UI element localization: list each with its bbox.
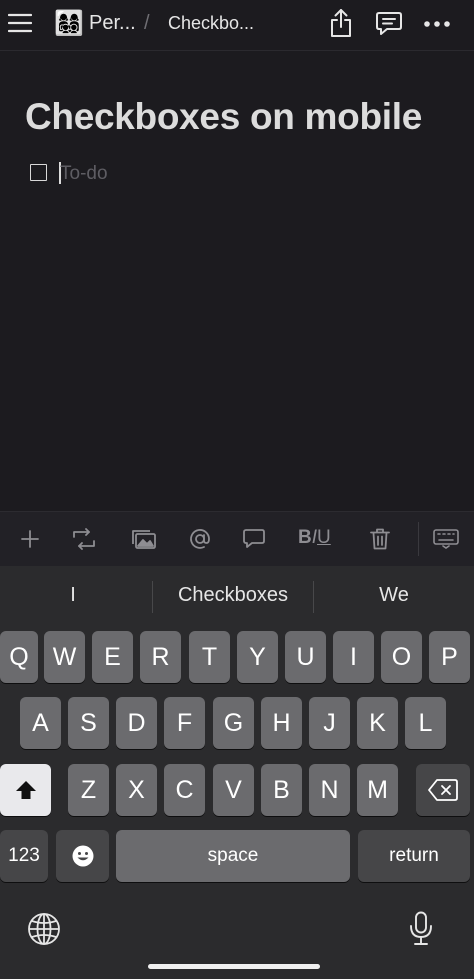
- key-i[interactable]: I: [333, 631, 374, 683]
- turn-into-icon[interactable]: [70, 525, 98, 553]
- suggestion-divider: [152, 581, 153, 613]
- suggestion-divider: [313, 581, 314, 613]
- suggestion-3[interactable]: We: [344, 584, 444, 607]
- key-r[interactable]: R: [140, 631, 181, 683]
- toolbar-divider: [418, 522, 419, 556]
- space-key[interactable]: space: [116, 830, 350, 882]
- bold-label: B: [298, 527, 312, 548]
- key-c[interactable]: C: [164, 764, 205, 816]
- key-z[interactable]: Z: [68, 764, 109, 816]
- key-a[interactable]: A: [20, 697, 61, 749]
- more-options-icon[interactable]: [422, 14, 452, 34]
- comment-icon[interactable]: [240, 525, 268, 553]
- breadcrumb-parent[interactable]: Per...: [89, 12, 136, 35]
- key-x[interactable]: X: [116, 764, 157, 816]
- onscreen-keyboard: I Checkboxes We Q W E R T Y U I O P A S …: [0, 566, 474, 979]
- page-title[interactable]: Checkboxes on mobile: [25, 96, 422, 138]
- key-t[interactable]: T: [189, 631, 230, 683]
- media-icon[interactable]: [130, 525, 158, 553]
- key-k[interactable]: K: [357, 697, 398, 749]
- numbers-key[interactable]: 123: [0, 830, 48, 882]
- key-d[interactable]: D: [116, 697, 157, 749]
- key-o[interactable]: O: [381, 631, 422, 683]
- trash-icon[interactable]: [366, 525, 394, 553]
- key-q[interactable]: Q: [0, 631, 38, 683]
- emoji-smiley-icon: [72, 845, 93, 867]
- mention-icon[interactable]: [186, 525, 214, 553]
- underline-label: U: [317, 527, 331, 548]
- backspace-icon: [428, 779, 458, 801]
- workspace-emoji-icon[interactable]: 👩‍👩‍👧‍👦: [54, 10, 84, 38]
- key-m[interactable]: M: [357, 764, 398, 816]
- key-g[interactable]: G: [213, 697, 254, 749]
- shift-arrow-icon: [15, 781, 36, 799]
- key-e[interactable]: E: [92, 631, 133, 683]
- top-navigation-bar: 👩‍👩‍👧‍👦 Per... / Checkbo...: [0, 0, 474, 51]
- key-s[interactable]: S: [68, 697, 109, 749]
- breadcrumb-current[interactable]: Checkbo...: [168, 13, 254, 34]
- home-indicator: [148, 964, 320, 969]
- share-icon[interactable]: [328, 7, 354, 39]
- add-block-icon[interactable]: [16, 525, 44, 553]
- key-n[interactable]: N: [309, 764, 350, 816]
- backspace-key[interactable]: [416, 764, 470, 816]
- emoji-key[interactable]: [56, 830, 109, 882]
- todo-checkbox[interactable]: [30, 164, 47, 181]
- key-j[interactable]: J: [309, 697, 350, 749]
- key-v[interactable]: V: [213, 764, 254, 816]
- key-u[interactable]: U: [285, 631, 326, 683]
- key-p[interactable]: P: [429, 631, 470, 683]
- shift-key[interactable]: [0, 764, 51, 816]
- microphone-icon[interactable]: [407, 910, 435, 948]
- hamburger-menu-icon[interactable]: [8, 10, 32, 36]
- todo-text-input[interactable]: [60, 162, 260, 186]
- suggestion-2[interactable]: Checkboxes: [158, 584, 308, 607]
- globe-icon[interactable]: [27, 912, 61, 946]
- key-w[interactable]: W: [44, 631, 85, 683]
- todo-block: [30, 162, 330, 186]
- key-l[interactable]: L: [405, 697, 446, 749]
- key-b[interactable]: B: [261, 764, 302, 816]
- return-key[interactable]: return: [358, 830, 470, 882]
- comments-icon[interactable]: [374, 10, 404, 38]
- hide-keyboard-icon[interactable]: [432, 525, 460, 553]
- key-h[interactable]: H: [261, 697, 302, 749]
- key-y[interactable]: Y: [237, 631, 278, 683]
- breadcrumb-separator: /: [144, 12, 150, 34]
- formatting-toolbar: BIU: [0, 511, 474, 566]
- suggestion-1[interactable]: I: [23, 584, 123, 607]
- text-format-button[interactable]: BIU: [298, 527, 331, 549]
- key-f[interactable]: F: [164, 697, 205, 749]
